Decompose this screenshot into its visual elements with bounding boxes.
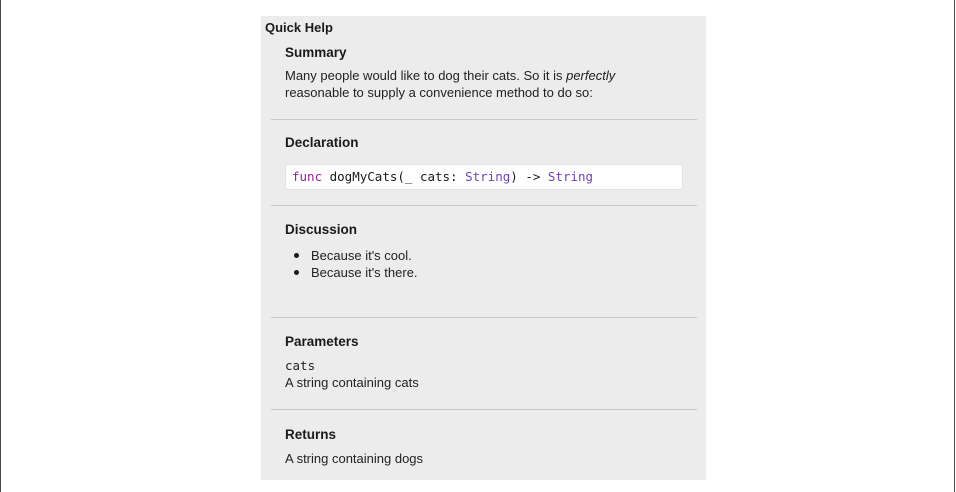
bullet-icon xyxy=(294,270,299,275)
list-item: Because it's there. xyxy=(285,264,418,281)
code-arrow: ) -> xyxy=(510,169,548,184)
divider xyxy=(271,205,697,206)
code-param-type[interactable]: String xyxy=(465,169,510,184)
returns-section: Returns A string containing dogs xyxy=(285,427,697,467)
summary-text: Many people would like to dog their cats… xyxy=(285,67,697,101)
parameter-name: cats xyxy=(285,358,316,373)
divider xyxy=(271,119,697,120)
bullet-icon xyxy=(294,253,299,258)
divider xyxy=(271,409,697,410)
discussion-section: Discussion Because it's cool. Because it… xyxy=(285,222,697,302)
declaration-heading: Declaration xyxy=(285,135,359,150)
discussion-list: Because it's cool. Because it's there. xyxy=(285,247,418,281)
code-return-type[interactable]: String xyxy=(548,169,593,184)
summary-section: Summary Many people would like to dog th… xyxy=(285,45,697,101)
divider xyxy=(271,317,697,318)
summary-emphasis: perfectly xyxy=(566,68,616,83)
parameter-description: A string containing cats xyxy=(285,375,419,390)
list-item-text: Because it's there. xyxy=(311,265,418,280)
list-item-text: Because it's cool. xyxy=(311,248,412,263)
declaration-code[interactable]: func dogMyCats(_ cats: String) -> String xyxy=(285,164,683,190)
returns-text: A string containing dogs xyxy=(285,451,424,466)
quick-help-panel: Quick Help Summary Many people would lik… xyxy=(261,16,706,480)
parameter-entry: cats A string containing cats xyxy=(285,357,697,391)
parameters-heading: Parameters xyxy=(285,334,359,349)
returns-heading: Returns xyxy=(285,427,337,442)
list-item: Because it's cool. xyxy=(285,247,418,264)
code-function-name: dogMyCats(_ cats: xyxy=(322,169,466,184)
discussion-heading: Discussion xyxy=(285,222,358,237)
summary-heading: Summary xyxy=(285,45,347,60)
summary-text-start: Many people would like to dog their cats… xyxy=(285,68,567,83)
right-frame-border xyxy=(954,0,955,492)
left-frame-border xyxy=(0,0,1,492)
summary-text-end: reasonable to supply a convenience metho… xyxy=(285,85,593,100)
parameters-section: Parameters cats A string containing cats xyxy=(285,334,697,391)
panel-title: Quick Help xyxy=(265,20,333,35)
declaration-section: Declaration func dogMyCats(_ cats: Strin… xyxy=(285,135,697,197)
code-keyword: func xyxy=(292,169,323,184)
